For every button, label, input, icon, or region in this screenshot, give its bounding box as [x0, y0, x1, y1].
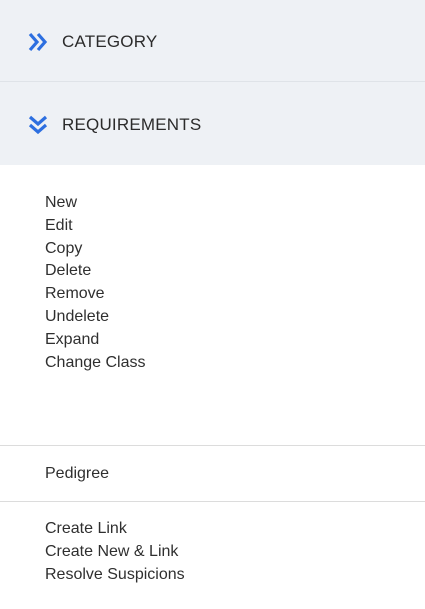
menu-item-expand[interactable]: Expand — [0, 329, 425, 352]
pedigree-group: Pedigree — [0, 463, 425, 486]
requirements-actions-group: New Edit Copy Delete Remove Undelete Exp… — [0, 192, 425, 374]
menu-item-undelete[interactable]: Undelete — [0, 306, 425, 329]
menu-item-remove[interactable]: Remove — [0, 283, 425, 306]
menu-item-edit[interactable]: Edit — [0, 215, 425, 238]
actions-panel: CATEGORY REQUIREMENTS New Edit Copy Dele… — [0, 0, 425, 609]
menu-item-create-link[interactable]: Create Link — [0, 518, 425, 541]
requirements-section-label: REQUIREMENTS — [62, 115, 202, 134]
menu-divider — [0, 445, 425, 446]
chevron-double-down-icon — [28, 115, 48, 135]
chevron-double-right-icon — [28, 32, 48, 52]
menu-item-resolve-suspicions[interactable]: Resolve Suspicions — [0, 564, 425, 587]
menu-divider — [0, 501, 425, 502]
requirements-section-header[interactable]: REQUIREMENTS — [0, 82, 425, 165]
menu-item-new[interactable]: New — [0, 192, 425, 215]
link-actions-group: Create Link Create New & Link Resolve Su… — [0, 518, 425, 586]
menu-item-change-class[interactable]: Change Class — [0, 352, 425, 375]
category-section-header[interactable]: CATEGORY — [0, 0, 425, 82]
category-section-label: CATEGORY — [62, 32, 158, 51]
menu-item-delete[interactable]: Delete — [0, 260, 425, 283]
menu-item-pedigree[interactable]: Pedigree — [0, 463, 425, 486]
menu-item-create-new-and-link[interactable]: Create New & Link — [0, 541, 425, 564]
menu-item-copy[interactable]: Copy — [0, 238, 425, 261]
